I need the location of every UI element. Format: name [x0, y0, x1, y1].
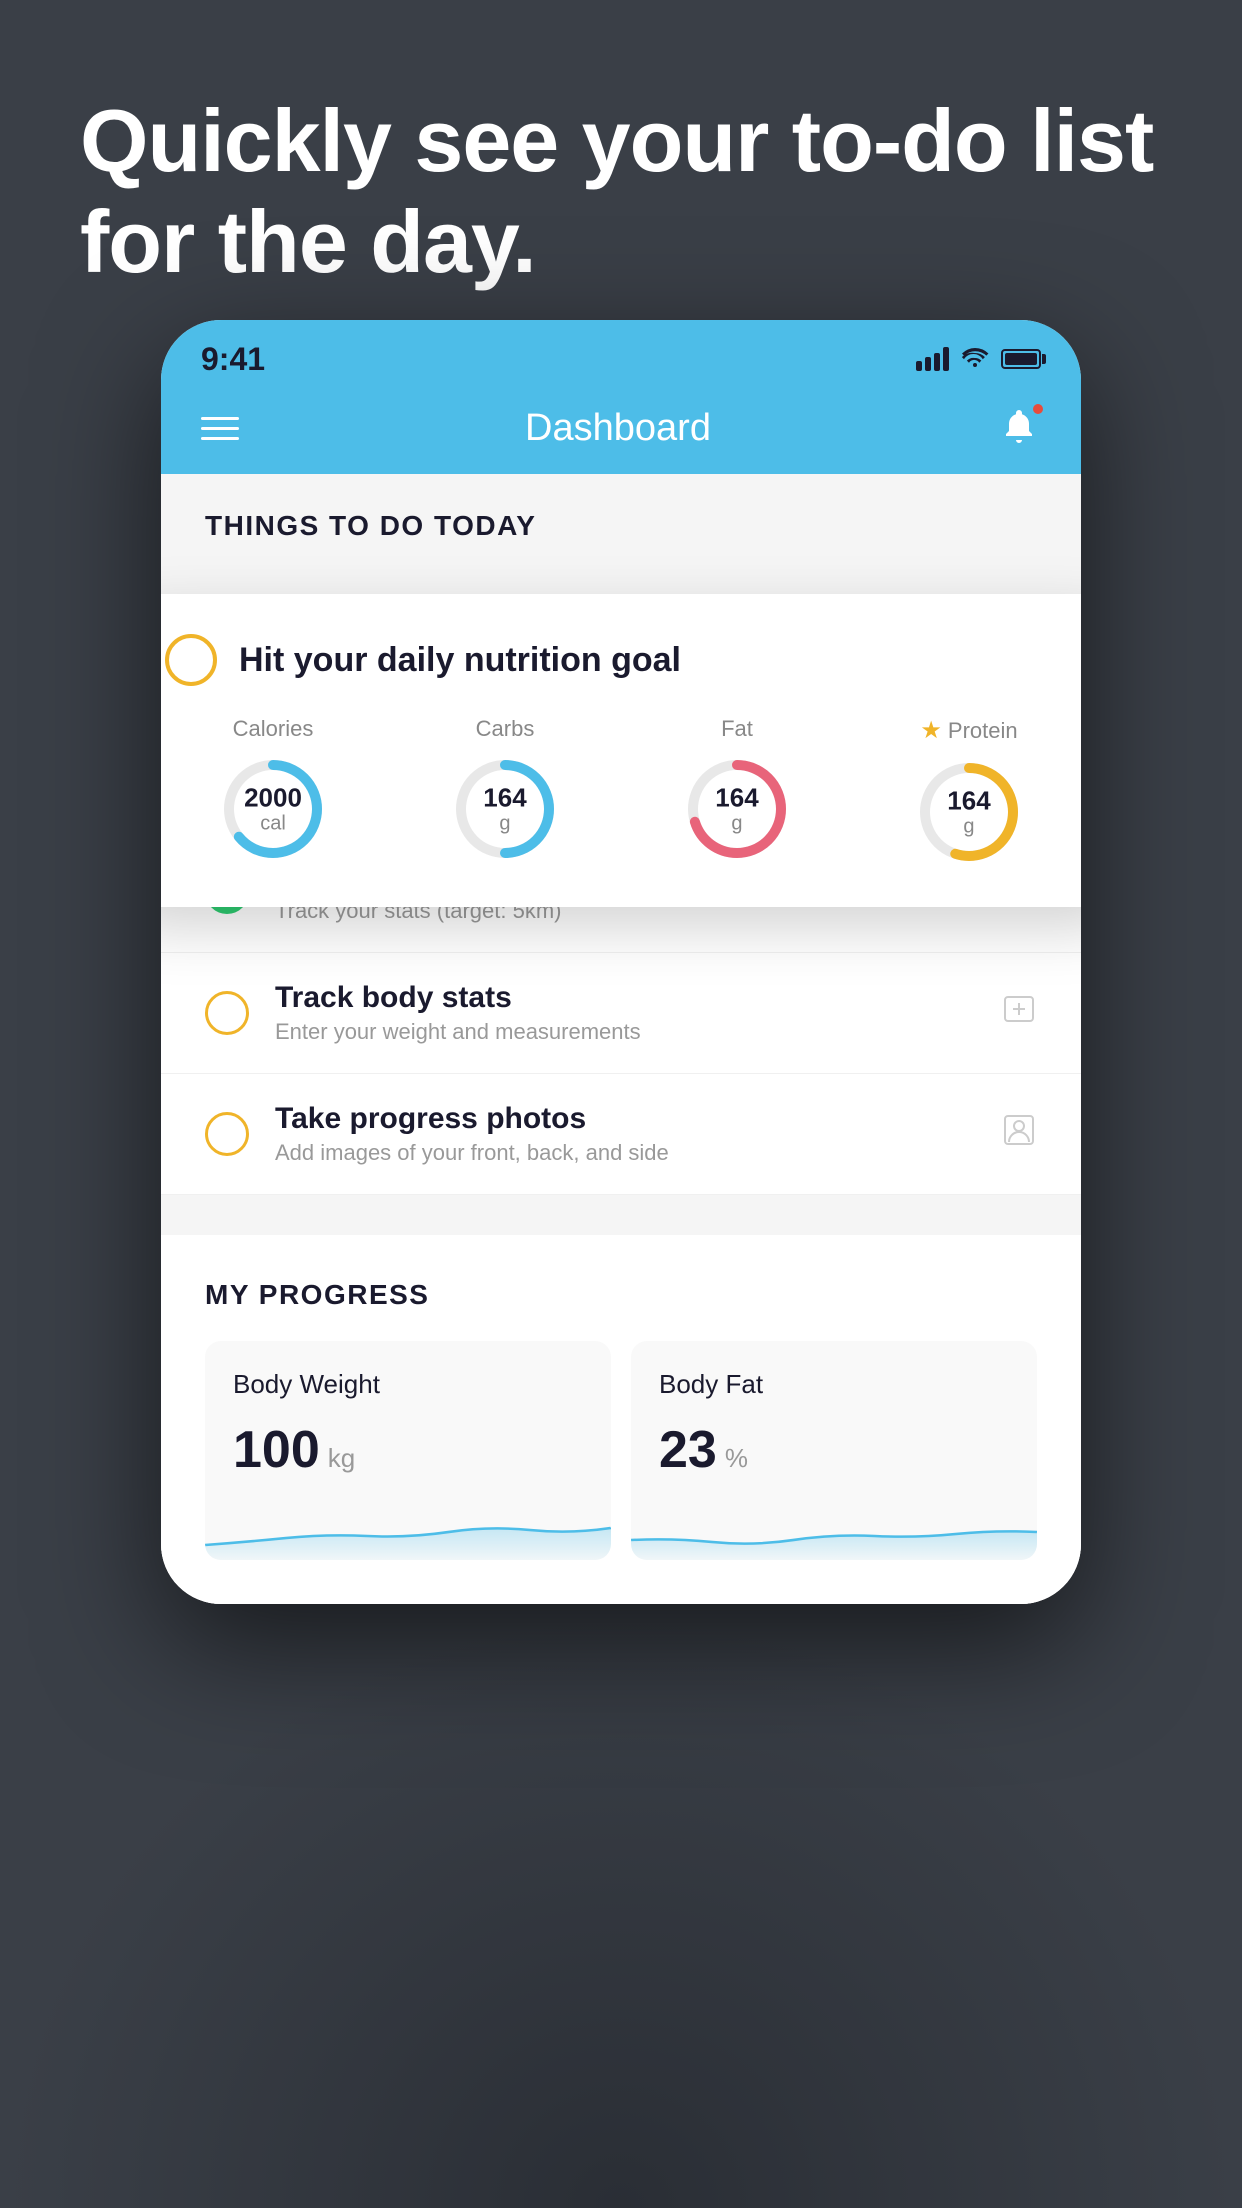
calories-ring: 2000 cal — [218, 754, 328, 864]
progress-cards: Body Weight 100 kg — [205, 1341, 1037, 1604]
notification-button[interactable] — [997, 406, 1041, 450]
body-fat-value-row: 23 % — [659, 1420, 1009, 1480]
status-icons — [916, 345, 1041, 374]
protein-ring: 164 g — [914, 757, 1024, 867]
body-fat-card: Body Fat 23 % — [631, 1341, 1037, 1560]
body-weight-title: Body Weight — [233, 1369, 583, 1400]
calories-value: 2000 — [244, 784, 302, 813]
calories-label: Calories — [233, 716, 314, 742]
todo-content-body-stats: Track body stats Enter your weight and m… — [275, 981, 985, 1045]
hero-title: Quickly see your to-do list for the day. — [80, 90, 1162, 292]
body-weight-unit: kg — [328, 1443, 355, 1474]
carbs-value: 164 — [483, 784, 526, 813]
signal-icon — [916, 347, 949, 371]
things-section: THINGS TO DO TODAY Hit your daily nutrit… — [161, 474, 1081, 542]
nutrition-goals: Calories 2000 cal — [165, 716, 1077, 867]
nav-title: Dashboard — [525, 407, 711, 450]
body-fat-title: Body Fat — [659, 1369, 1009, 1400]
todo-title-photos: Take progress photos — [275, 1102, 985, 1136]
todo-subtitle-photos: Add images of your front, back, and side — [275, 1140, 985, 1166]
protein-label: ★ Protein — [920, 716, 1017, 745]
battery-icon — [1001, 349, 1041, 369]
hero-section: Quickly see your to-do list for the day. — [80, 90, 1162, 292]
nutrition-check-circle[interactable] — [165, 634, 217, 686]
todo-subtitle-body-stats: Enter your weight and measurements — [275, 1019, 985, 1045]
todo-item-photos[interactable]: Take progress photos Add images of your … — [161, 1074, 1081, 1195]
carbs-goal: Carbs 164 g — [450, 716, 560, 864]
card-title: Hit your daily nutrition goal — [239, 641, 681, 680]
star-icon: ★ — [920, 716, 942, 745]
fat-goal: Fat 164 g — [682, 716, 792, 864]
background-shadow — [0, 1608, 1242, 2208]
fat-unit: g — [715, 812, 758, 834]
progress-section: MY PROGRESS Body Weight 100 kg — [161, 1235, 1081, 1604]
notification-badge — [1031, 402, 1045, 416]
protein-goal: ★ Protein 164 g — [914, 716, 1024, 867]
protein-value: 164 — [947, 787, 990, 816]
phone-frame: 9:41 Dashboard — [161, 320, 1081, 1604]
status-bar: 9:41 — [161, 320, 1081, 390]
carbs-unit: g — [483, 812, 526, 834]
progress-heading: MY PROGRESS — [205, 1279, 1037, 1311]
body-weight-value: 100 — [233, 1420, 320, 1480]
card-header: Hit your daily nutrition goal — [165, 634, 1077, 686]
calories-unit: cal — [244, 812, 302, 834]
body-fat-value: 23 — [659, 1420, 717, 1480]
wifi-icon — [961, 345, 989, 374]
things-heading: THINGS TO DO TODAY — [205, 510, 1037, 542]
body-fat-unit: % — [725, 1443, 748, 1474]
status-time: 9:41 — [201, 341, 265, 378]
body-fat-chart — [631, 1500, 1037, 1560]
calories-goal: Calories 2000 cal — [218, 716, 328, 864]
fat-label: Fat — [721, 716, 753, 742]
body-weight-card: Body Weight 100 kg — [205, 1341, 611, 1560]
scale-icon — [1001, 991, 1037, 1036]
protein-unit: g — [947, 815, 990, 837]
nutrition-card: Hit your daily nutrition goal Calories — [161, 594, 1081, 907]
menu-button[interactable] — [201, 417, 239, 440]
person-icon — [1001, 1112, 1037, 1157]
body-weight-value-row: 100 kg — [233, 1420, 583, 1480]
todo-content-photos: Take progress photos Add images of your … — [275, 1102, 985, 1166]
todo-item-body-stats[interactable]: Track body stats Enter your weight and m… — [161, 953, 1081, 1074]
fat-value: 164 — [715, 784, 758, 813]
todo-check-body-stats — [205, 991, 249, 1035]
fat-ring: 164 g — [682, 754, 792, 864]
phone-content: THINGS TO DO TODAY Hit your daily nutrit… — [161, 474, 1081, 1604]
todo-check-photos — [205, 1112, 249, 1156]
carbs-label: Carbs — [476, 716, 535, 742]
navigation-bar: Dashboard — [161, 390, 1081, 474]
body-weight-chart — [205, 1500, 611, 1560]
todo-title-body-stats: Track body stats — [275, 981, 985, 1015]
carbs-ring: 164 g — [450, 754, 560, 864]
phone-mockup: 9:41 Dashboard — [161, 320, 1081, 1604]
